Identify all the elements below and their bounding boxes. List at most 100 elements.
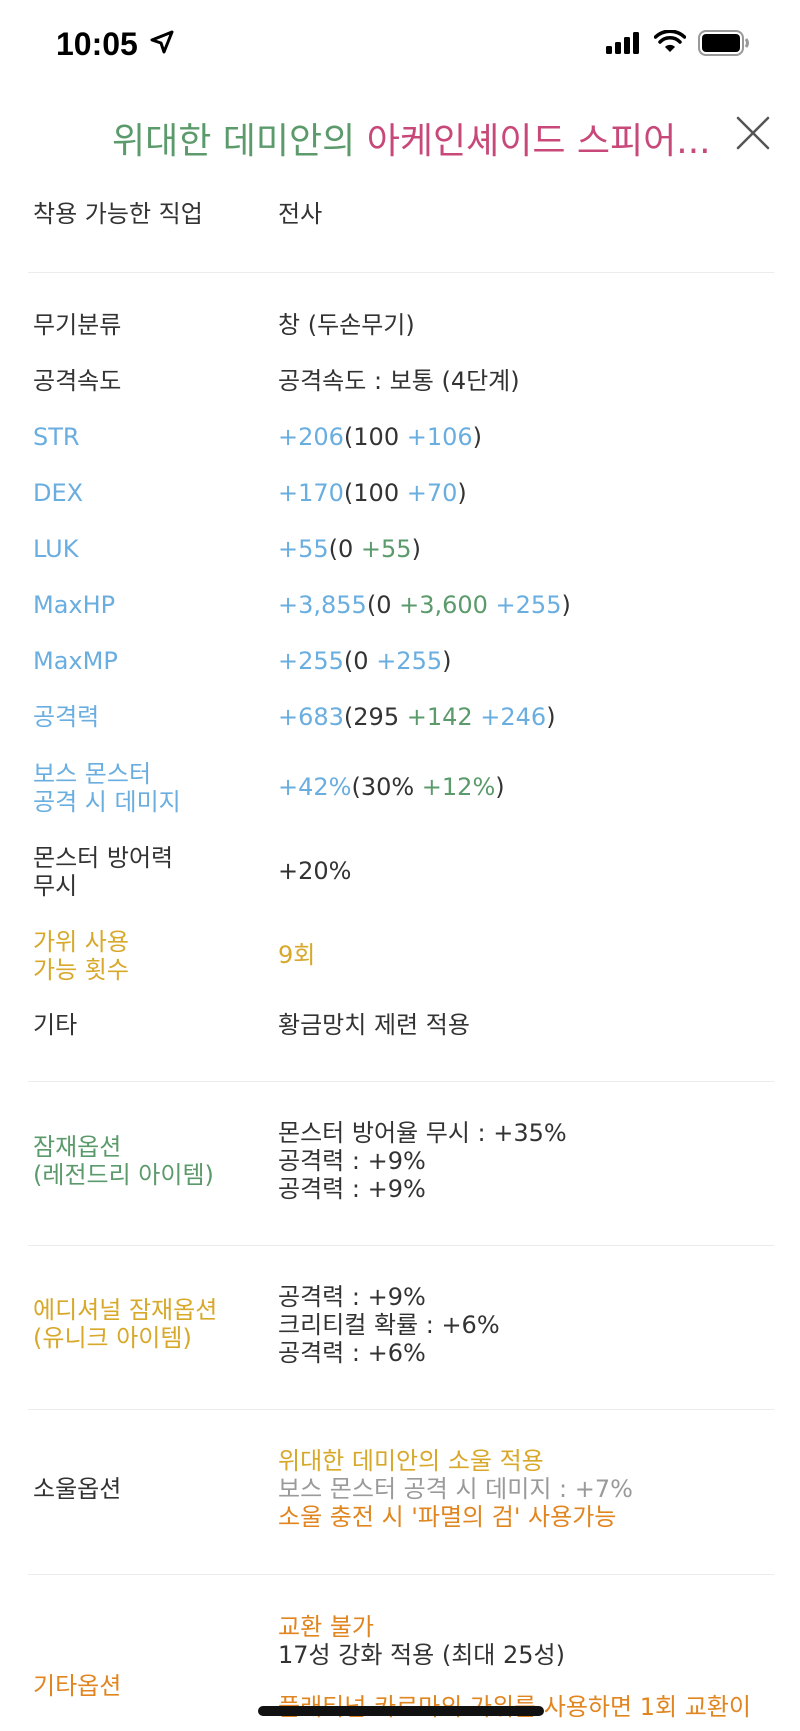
label-boss-line1: 보스 몬스터 <box>33 760 152 788</box>
label-scissors-line1: 가위 사용 <box>33 928 129 956</box>
status-bar: 10:05 <box>0 0 800 90</box>
potential-line: 공격력 : +9% <box>278 1147 426 1175</box>
value-luk: +55(0 +55) <box>278 535 421 563</box>
label-maxmp: MaxMP <box>33 647 118 675</box>
label-potential-line2: (레전드리 아이템) <box>33 1161 214 1189</box>
value-ignore-defense: +20% <box>278 857 352 885</box>
value-soul: 위대한 데미안의 소울 적용 보스 몬스터 공격 시 데미지 : +7% 소울 … <box>278 1447 633 1531</box>
wifi-icon <box>654 30 686 52</box>
label-dex: DEX <box>33 479 84 507</box>
label-potential: 잠재옵션 (레전드리 아이템) <box>33 1133 214 1189</box>
other-untradeable: 교환 불가 <box>278 1613 374 1641</box>
label-boss-damage: 보스 몬스터 공격 시 데미지 <box>33 760 181 816</box>
additional-line: 공격력 : +9% <box>278 1283 426 1311</box>
potential-line: 몬스터 방어율 무시 : +35% <box>278 1119 567 1147</box>
maxmp-bonus: +255 <box>376 647 443 675</box>
divider <box>28 1409 774 1410</box>
luk-bonus: +55 <box>360 535 412 563</box>
label-attack-speed: 공격속도 <box>33 367 122 395</box>
value-boss-damage: +42%(30% +12%) <box>278 773 505 801</box>
title-item-name: 아케인셰이드 스피어... <box>366 121 711 162</box>
boss-close: ) <box>495 773 505 801</box>
label-ignore-defense: 몬스터 방어력 무시 <box>33 844 173 900</box>
soul-name: 위대한 데미안의 소울 적용 <box>278 1447 544 1475</box>
divider <box>28 1245 774 1246</box>
boss-bonus: +12% <box>421 773 496 801</box>
dex-close: ) <box>457 479 467 507</box>
value-job: 전사 <box>278 200 323 228</box>
label-additional-line2: (유니크 아이템) <box>33 1324 192 1352</box>
label-boss-line2: 공격 시 데미지 <box>33 788 181 816</box>
page-title: 위대한 데미안의 아케인셰이드 스피어... <box>112 112 711 164</box>
str-total: +206 <box>278 423 344 451</box>
label-ignore-line2: 무시 <box>33 872 78 900</box>
soul-skill: 소울 충전 시 '파멸의 검' 사용가능 <box>278 1503 617 1531</box>
str-bonus: +106 <box>406 423 473 451</box>
value-additional-potential: 공격력 : +9% 크리티컬 확률 : +6% 공격력 : +6% <box>278 1283 500 1367</box>
label-additional-potential: 에디셔널 잠재옵션 (유니크 아이템) <box>33 1296 217 1352</box>
close-icon[interactable] <box>736 116 770 150</box>
maxmp-total: +255 <box>278 647 344 675</box>
maxhp-total: +3,855 <box>278 591 367 619</box>
status-time: 10:05 <box>56 26 138 62</box>
divider <box>28 1574 774 1575</box>
attack-bonus-flame: +142 <box>406 703 473 731</box>
label-job: 착용 가능한 직업 <box>33 200 203 228</box>
maxhp-bonus-flame: +3,600 <box>399 591 488 619</box>
maxhp-close: ) <box>561 591 571 619</box>
luk-total: +55 <box>278 535 329 563</box>
dex-bonus: +70 <box>406 479 458 507</box>
divider <box>28 1081 774 1082</box>
value-attack-speed: 공격속도 : 보통 (4단계) <box>278 367 520 395</box>
divider <box>28 272 774 273</box>
battery-icon <box>698 30 749 56</box>
label-attack: 공격력 <box>33 703 100 731</box>
dex-total: +170 <box>278 479 344 507</box>
value-maxhp: +3,855(0 +3,600 +255) <box>278 591 571 619</box>
boss-total: +42% <box>278 773 352 801</box>
label-str: STR <box>33 423 80 451</box>
location-arrow-icon <box>150 30 174 54</box>
soul-stat: 보스 몬스터 공격 시 데미지 : +7% <box>278 1475 633 1503</box>
label-potential-line1: 잠재옵션 <box>33 1133 122 1161</box>
label-ignore-line1: 몬스터 방어력 <box>33 844 174 872</box>
value-scissors: 9회 <box>278 941 316 969</box>
potential-line: 공격력 : +9% <box>278 1175 426 1203</box>
attack-close: ) <box>546 703 556 731</box>
luk-base: (0 <box>328 535 361 563</box>
value-weapon-type: 창 (두손무기) <box>278 311 415 339</box>
title-item-prefix: 위대한 데미안의 <box>112 121 367 162</box>
value-attack: +683(295 +142 +246) <box>278 703 556 731</box>
dex-base: (100 <box>343 479 407 507</box>
maxhp-bonus-star: +255 <box>487 591 562 619</box>
label-luk: LUK <box>33 535 79 563</box>
value-str: +206(100 +106) <box>278 423 482 451</box>
label-scissors: 가위 사용 가능 횟수 <box>33 928 129 984</box>
additional-line: 공격력 : +6% <box>278 1339 426 1367</box>
value-maxmp: +255(0 +255) <box>278 647 451 675</box>
value-other-options: 교환 불가 17성 강화 적용 (최대 25성) 플래티넘 카르마의 가위를 사… <box>278 1613 751 1721</box>
value-potential: 몬스터 방어율 무시 : +35% 공격력 : +9% 공격력 : +9% <box>278 1119 567 1203</box>
str-close: ) <box>472 423 483 451</box>
maxmp-close: ) <box>442 647 452 675</box>
boss-base: (30% <box>351 773 422 801</box>
label-maxhp: MaxHP <box>33 591 116 619</box>
attack-bonus-star: +246 <box>472 703 547 731</box>
additional-line: 크리티컬 확률 : +6% <box>278 1311 500 1339</box>
label-etc: 기타 <box>33 1011 78 1039</box>
other-starforce: 17성 강화 적용 (최대 25성) <box>278 1641 565 1669</box>
luk-close: ) <box>411 535 421 563</box>
item-header: 위대한 데미안의 아케인셰이드 스피어... <box>0 100 800 170</box>
label-other-options: 기타옵션 <box>33 1672 122 1700</box>
label-weapon-type: 무기분류 <box>33 311 122 339</box>
value-dex: +170(100 +70) <box>278 479 467 507</box>
str-base: (100 <box>343 423 407 451</box>
maxhp-base: (0 <box>366 591 400 619</box>
attack-total: +683 <box>278 703 344 731</box>
label-additional-line1: 에디셔널 잠재옵션 <box>33 1296 218 1324</box>
label-soul: 소울옵션 <box>33 1475 122 1503</box>
maxmp-base: (0 <box>343 647 377 675</box>
signal-icon <box>606 32 639 54</box>
label-scissors-line2: 가능 횟수 <box>33 956 129 984</box>
home-indicator[interactable] <box>258 1706 544 1716</box>
